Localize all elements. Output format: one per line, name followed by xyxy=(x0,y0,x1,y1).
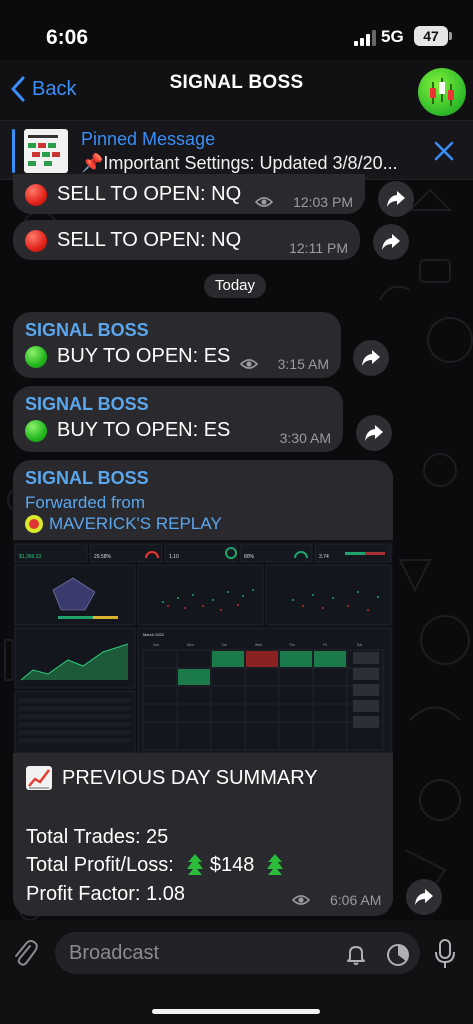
bell-icon[interactable] xyxy=(344,942,368,966)
forwarded-label: Forwarded from xyxy=(25,493,145,512)
green-circle-icon xyxy=(25,419,47,442)
cellular-signal-icon xyxy=(354,30,376,46)
paperclip-icon[interactable] xyxy=(12,938,38,968)
pinned-text: 📌Important Settings: Updated 3/8/20... xyxy=(81,153,398,173)
forwarded-channel-link[interactable]: MAVERICK'S REPLAY xyxy=(25,514,222,534)
calendar-weekday-label: Tue xyxy=(221,643,227,647)
profit-loss-label: Total Profit/Loss: xyxy=(26,853,174,876)
message-sender[interactable]: SIGNAL BOSS xyxy=(25,468,149,489)
message-time: 3:15 AM xyxy=(277,356,329,372)
share-arrow-icon xyxy=(362,350,380,366)
share-button[interactable] xyxy=(373,224,409,260)
message-meta: 3:30 AM xyxy=(280,430,331,446)
calendar-weekday-label: Sun xyxy=(153,643,159,647)
stat-day-win: 80% xyxy=(244,554,255,560)
message-bubble[interactable]: SIGNAL BOSS BUY TO OPEN: ES 3:15 AM xyxy=(13,312,341,378)
chat-header: SIGNAL BOSS Back xyxy=(0,60,473,120)
red-circle-icon xyxy=(25,183,47,206)
summary-total-trades: Total Trades: 25 xyxy=(26,826,169,848)
calendar-weekday-label: Thu xyxy=(289,643,295,647)
network-type: 5G xyxy=(381,27,404,46)
message-sender[interactable]: SIGNAL BOSS xyxy=(25,394,149,415)
chevron-left-icon xyxy=(11,76,25,102)
status-time: 6:06 xyxy=(46,26,89,49)
message-time: 12:03 PM xyxy=(293,194,353,210)
stat-win-rate: 29.58% xyxy=(94,554,112,560)
share-arrow-icon xyxy=(365,425,383,441)
message-bubble[interactable]: SIGNAL BOSS BUY TO OPEN: ES 3:30 AM xyxy=(13,386,343,452)
message-time: 6:06 AM xyxy=(330,892,382,908)
views-eye-icon xyxy=(255,197,274,207)
share-button[interactable] xyxy=(406,879,442,915)
stat-net-pnl: $1,366.33 xyxy=(19,554,41,560)
replay-channel-icon xyxy=(25,515,43,533)
close-icon[interactable] xyxy=(433,140,455,162)
pinned-thumbnail xyxy=(24,129,68,173)
message-time: 12:11 PM xyxy=(289,240,348,256)
calendar-month: March 2022 xyxy=(143,632,165,637)
battery-icon: 47 xyxy=(414,26,448,46)
candlestick-logo-icon xyxy=(430,78,454,106)
stat-profit-factor: 1.10 xyxy=(169,554,179,560)
message-text: SELL TO OPEN: NQ xyxy=(25,183,241,206)
red-circle-icon xyxy=(25,229,47,252)
message-text: BUY TO OPEN: ES xyxy=(25,419,230,442)
summary-title-text: PREVIOUS DAY SUMMARY xyxy=(62,766,318,789)
calendar-weekday-label: Mon xyxy=(187,643,194,647)
message-sender[interactable]: SIGNAL BOSS xyxy=(25,320,149,341)
share-arrow-icon xyxy=(415,889,433,905)
status-bar: 6:06 5G 47 xyxy=(0,0,473,60)
share-button[interactable] xyxy=(356,415,392,451)
views-eye-icon xyxy=(239,359,258,369)
share-arrow-icon xyxy=(382,234,400,250)
message-meta: 3:15 AM xyxy=(239,356,329,372)
back-button[interactable]: Back xyxy=(10,76,76,102)
stat-ratio: 3.74 xyxy=(319,554,329,560)
pinned-title: Pinned Message xyxy=(81,129,216,149)
message-bubble[interactable]: SELL TO OPEN: NQ 12:11 PM xyxy=(13,220,360,260)
share-button[interactable] xyxy=(378,181,414,217)
pinned-accent-line xyxy=(12,129,15,173)
message-bubble[interactable]: SELL TO OPEN: NQ 12:03 PM xyxy=(13,174,365,214)
message-meta: 6:06 AM xyxy=(292,892,381,908)
summary-profit-loss: Total Profit/Loss: $148 xyxy=(26,853,290,877)
dashboard-image: $1,366.33 29.58% 1.10 80% 3.74 March 202… xyxy=(13,540,393,753)
message-time: 3:30 AM xyxy=(279,430,331,446)
christmas-tree-icon xyxy=(186,854,203,875)
christmas-tree-icon xyxy=(267,854,284,875)
date-separator: Today xyxy=(204,274,266,298)
home-indicator xyxy=(152,1009,320,1014)
green-circle-icon xyxy=(25,345,47,368)
battery-nub xyxy=(449,32,452,40)
views-eye-icon xyxy=(292,895,310,905)
share-button[interactable] xyxy=(353,340,389,376)
calendar-weekday-label: Fri xyxy=(323,643,327,647)
microphone-icon[interactable] xyxy=(434,938,456,970)
timer-icon[interactable] xyxy=(385,942,411,968)
summary-title: PREVIOUS DAY SUMMARY xyxy=(26,766,318,790)
summary-profit-factor: Profit Factor: 1.08 xyxy=(26,883,185,905)
message-text: SELL TO OPEN: NQ xyxy=(25,229,241,252)
dashboard-screenshot[interactable]: $1,366.33 29.58% 1.10 80% 3.74 March 202… xyxy=(13,540,393,753)
message-meta: 12:11 PM xyxy=(289,240,348,256)
channel-avatar[interactable] xyxy=(418,68,466,116)
calendar-weekday-label: Sat xyxy=(357,643,362,647)
back-label: Back xyxy=(32,77,77,100)
profit-loss-value: $148 xyxy=(209,853,255,876)
pinned-message-bar[interactable]: Pinned Message 📌Important Settings: Upda… xyxy=(0,120,473,180)
chart-increasing-icon xyxy=(26,766,52,790)
calendar-weekday-label: Wed xyxy=(255,643,262,647)
message-meta: 12:03 PM xyxy=(255,194,353,210)
share-arrow-icon xyxy=(387,191,405,207)
battery-level: 47 xyxy=(423,28,439,44)
message-text: BUY TO OPEN: ES xyxy=(25,345,230,368)
forwarded-channel-name: MAVERICK'S REPLAY xyxy=(49,514,222,533)
